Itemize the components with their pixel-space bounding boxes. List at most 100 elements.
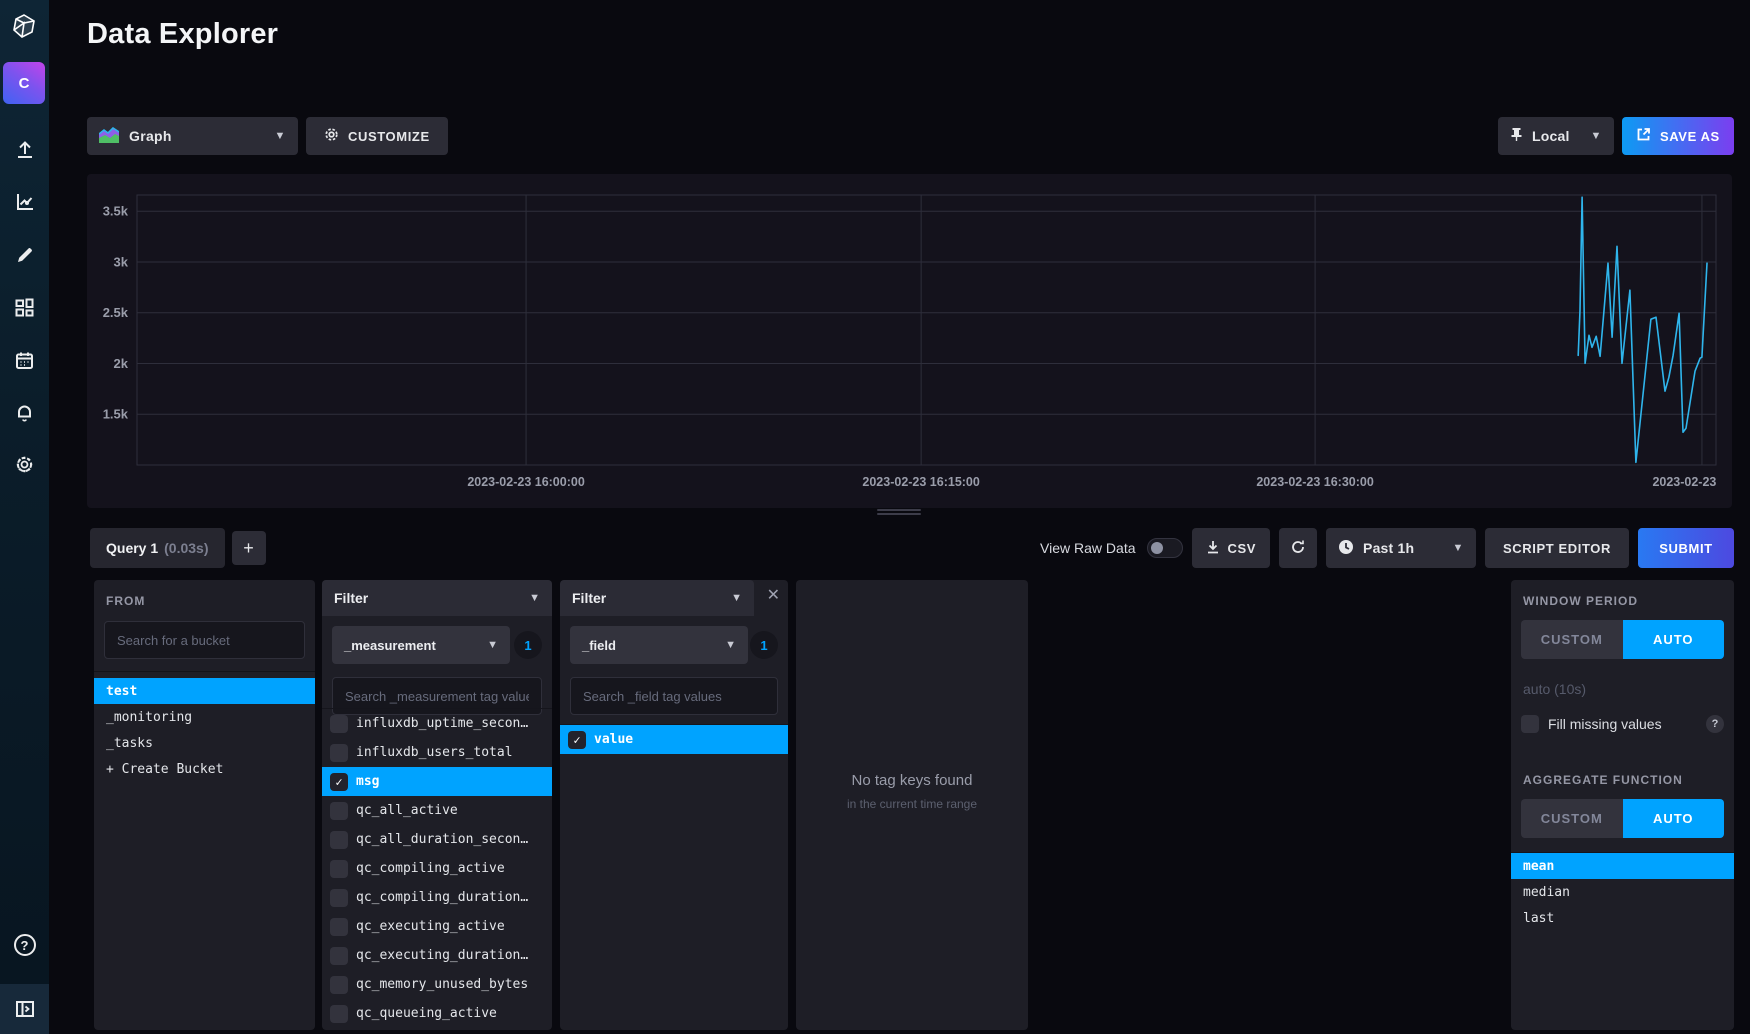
aggregate-function-title: AGGREGATE FUNCTION [1511, 759, 1734, 787]
query-tab-label: Query 1 [106, 540, 158, 556]
panel-resize-handle[interactable] [877, 509, 921, 517]
svg-text:2.5k: 2.5k [103, 305, 129, 320]
tasks-icon[interactable] [0, 338, 49, 382]
window-auto-button[interactable]: AUTO [1623, 620, 1725, 659]
filter-type-dropdown[interactable]: Filter ▼ [322, 580, 552, 616]
alerts-icon[interactable] [0, 390, 49, 434]
settings-icon[interactable] [0, 442, 49, 486]
list-item-label: qc_executing_active [356, 919, 505, 934]
checkbox[interactable] [330, 715, 348, 733]
aggregate-auto-button[interactable]: AUTO [1623, 799, 1725, 838]
edit-icon[interactable] [0, 233, 49, 277]
measurement-list-item[interactable]: qc_all_active [322, 796, 552, 825]
measurement-list-item[interactable]: ✓ msg [322, 767, 552, 796]
csv-download-button[interactable]: CSV [1192, 528, 1271, 568]
customize-button[interactable]: CUSTOMIZE [306, 117, 448, 155]
script-editor-label: SCRIPT EDITOR [1503, 541, 1611, 556]
boards-icon[interactable] [0, 285, 49, 329]
graph-icon[interactable] [0, 180, 49, 224]
field-key-select[interactable]: _field ▼ [570, 626, 748, 664]
measurement-key-label: _measurement [344, 638, 436, 653]
list-item-label: median [1523, 885, 1570, 900]
list-item-label: msg [356, 774, 379, 789]
graph-type-icon [99, 127, 119, 146]
bucket-list-item[interactable]: _tasks [94, 730, 315, 756]
checkbox[interactable] [330, 889, 348, 907]
time-range-label: Past 1h [1363, 540, 1414, 556]
measurement-key-select[interactable]: _measurement ▼ [332, 626, 510, 664]
window-auto-value: auto (10s) [1523, 681, 1722, 697]
checkbox[interactable] [330, 860, 348, 878]
help-icon[interactable]: ? [0, 923, 49, 967]
close-icon[interactable]: ✕ [767, 588, 780, 604]
bucket-list-item[interactable]: + Create Bucket [94, 756, 315, 782]
measurement-list-item[interactable]: qc_all_duration_secon… [322, 825, 552, 854]
save-as-button[interactable]: SAVE AS [1622, 117, 1734, 155]
checkbox[interactable]: ✓ [568, 731, 586, 749]
empty-state-title: No tag keys found [852, 772, 973, 789]
window-period-title: WINDOW PERIOD [1511, 580, 1734, 608]
measurement-list-item[interactable]: qc_compiling_duration… [322, 883, 552, 912]
upload-icon[interactable] [0, 128, 49, 172]
clock-icon [1338, 539, 1354, 558]
chevron-down-icon: ▼ [1591, 130, 1603, 142]
checkbox[interactable] [330, 947, 348, 965]
measurement-list-item[interactable]: influxdb_uptime_secon… [322, 709, 552, 738]
aggregate-function-item[interactable]: mean [1511, 853, 1734, 879]
download-icon [1206, 540, 1220, 557]
aggregate-custom-button[interactable]: CUSTOM [1521, 799, 1623, 838]
selected-count-badge: 1 [514, 631, 542, 659]
influxdb-logo[interactable] [8, 10, 40, 42]
checkbox[interactable] [330, 831, 348, 849]
submit-button[interactable]: SUBMIT [1638, 528, 1734, 568]
aggregate-function-item[interactable]: last [1511, 905, 1734, 931]
submit-label: SUBMIT [1659, 541, 1712, 556]
gear-icon [324, 127, 339, 145]
save-as-label: SAVE AS [1660, 129, 1720, 144]
list-item-label: qc_all_duration_secon… [356, 832, 528, 847]
bucket-search-input[interactable] [104, 621, 305, 659]
field-list-item[interactable]: ✓ value [560, 725, 788, 754]
checkbox[interactable]: ✓ [330, 773, 348, 791]
measurement-list-item[interactable]: qc_compiling_active [322, 854, 552, 883]
checkbox[interactable] [330, 802, 348, 820]
bucket-list-item[interactable]: test [94, 678, 315, 704]
checkbox[interactable] [330, 1005, 348, 1023]
measurement-list-item[interactable]: qc_executing_duration… [322, 941, 552, 970]
list-item-label: qc_compiling_duration… [356, 890, 528, 905]
add-query-button[interactable]: + [232, 531, 266, 565]
expand-icon[interactable] [0, 987, 49, 1031]
measurement-list-item[interactable]: qc_memory_unused_bytes [322, 970, 552, 999]
help-tooltip-icon[interactable]: ? [1706, 715, 1724, 733]
list-item-label: influxdb_uptime_secon… [356, 716, 528, 731]
filter-type-dropdown[interactable]: Filter ▼ [560, 580, 754, 616]
field-search-input[interactable] [570, 677, 778, 715]
query-tab[interactable]: Query 1 (0.03s) [90, 528, 225, 568]
local-dropdown[interactable]: Local ▼ [1498, 117, 1614, 155]
svg-text:3.5k: 3.5k [103, 204, 129, 219]
query-toolbar: Query 1 (0.03s) + View Raw Data CSV Past… [90, 528, 1734, 568]
view-raw-data-toggle[interactable] [1147, 538, 1183, 558]
window-custom-button[interactable]: CUSTOM [1521, 620, 1623, 659]
checkbox[interactable] [330, 744, 348, 762]
view-type-dropdown[interactable]: Graph ▼ [87, 117, 298, 155]
refresh-button[interactable] [1279, 528, 1317, 568]
time-range-dropdown[interactable]: Past 1h ▼ [1326, 528, 1476, 568]
aggregate-function-item[interactable]: median [1511, 879, 1734, 905]
measurement-list-item[interactable]: qc_executing_active [322, 912, 552, 941]
divider [94, 671, 315, 672]
checkbox[interactable] [330, 976, 348, 994]
fill-missing-checkbox[interactable] [1521, 715, 1539, 733]
avatar[interactable]: C [3, 62, 45, 104]
svg-text:2023-02-23: 2023-02-23 [1652, 475, 1716, 489]
measurement-list-item[interactable]: qc_queueing_active [322, 999, 552, 1028]
sidebar: C ? [0, 0, 49, 1034]
list-item-label: _monitoring [106, 710, 192, 725]
list-item-label: value [594, 732, 633, 747]
script-editor-button[interactable]: SCRIPT EDITOR [1485, 528, 1629, 568]
timeseries-line-chart[interactable]: 1.5k2k2.5k3k3.5k2023-02-23 16:00:002023-… [87, 174, 1732, 508]
checkbox[interactable] [330, 918, 348, 936]
measurement-list-item[interactable]: influxdb_users_total [322, 738, 552, 767]
svg-text:2023-02-23 16:00:00: 2023-02-23 16:00:00 [467, 475, 584, 489]
bucket-list-item[interactable]: _monitoring [94, 704, 315, 730]
